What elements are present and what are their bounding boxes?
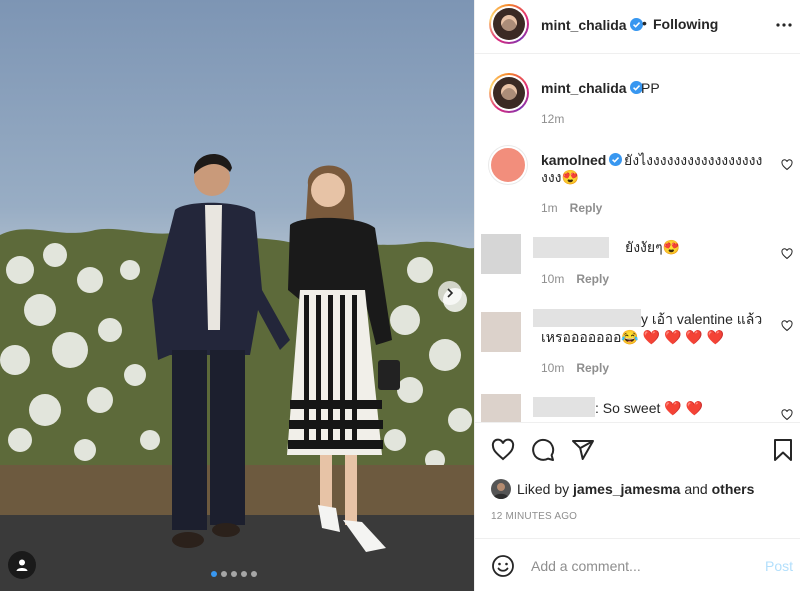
carousel-dot (251, 571, 257, 577)
comment-text: ยังไงงงงงงงงงงงงงงงงง (624, 152, 763, 168)
comment-time[interactable]: 1m (541, 201, 558, 215)
header-separator: • (642, 15, 647, 31)
post-header: mint_chalida • Following (475, 0, 800, 54)
reply-button[interactable]: Reply (570, 201, 603, 215)
liker-avatar (491, 479, 511, 499)
reply-button[interactable]: Reply (576, 272, 609, 286)
heart-emojis: ❤️ ❤️ (664, 400, 704, 416)
comment-icon[interactable] (531, 438, 555, 462)
comment-meta: 1m Reply (541, 201, 602, 215)
post-comment-button[interactable]: Post (765, 558, 793, 574)
liker-username[interactable]: james_jamesma (573, 481, 680, 497)
caption-author-avatar[interactable] (489, 73, 529, 113)
comment-text: y เอ้า valentine แล้ว (641, 311, 763, 327)
carousel-next-button[interactable] (438, 281, 462, 305)
photo-scene (0, 153, 474, 591)
verified-badge-icon (609, 153, 623, 166)
comment-time[interactable]: 10m (541, 361, 564, 375)
comment-meta: 10m Reply (541, 272, 609, 286)
hidden-username (533, 397, 595, 417)
carousel-indicator (211, 571, 257, 577)
post-time-ago[interactable]: 12 minutes ago (491, 511, 577, 522)
comment-input[interactable] (531, 553, 761, 579)
comment-text-line: เหรอออออออ😂 (541, 329, 639, 345)
author-avatar[interactable] (489, 4, 529, 44)
comment-like-heart-icon[interactable] (781, 159, 793, 171)
carousel-dot (221, 571, 227, 577)
heart-emojis: ❤️ ❤️ ❤️ ❤️ (642, 329, 725, 345)
caption-text: PP (641, 80, 660, 96)
comment-text-continued: เหรอออออออ😂 ❤️ ❤️ ❤️ ❤️ (541, 329, 724, 346)
hidden-avatar (481, 394, 521, 422)
bookmark-icon[interactable] (771, 438, 795, 462)
hidden-avatar (481, 312, 521, 352)
likes-summary[interactable]: Liked by james_jamesma and others (491, 479, 754, 499)
comment-like-heart-icon[interactable] (781, 320, 793, 332)
post-photo[interactable] (0, 0, 474, 591)
comments-list[interactable]: mint_chalida PP 12m kamolned ยังไงงงงงงง… (475, 55, 800, 422)
user-tag-icon (16, 559, 28, 571)
likes-and: and (684, 481, 708, 497)
comment-time[interactable]: 10m (541, 272, 564, 286)
carousel-dot (231, 571, 237, 577)
following-button[interactable]: Following (653, 16, 718, 32)
more-options-icon[interactable] (775, 16, 793, 34)
emoji-icon[interactable] (491, 554, 515, 578)
comment-author[interactable]: kamolned (541, 152, 623, 168)
hidden-username (533, 237, 609, 258)
heart-icon[interactable] (491, 438, 515, 462)
user-tags-button[interactable] (8, 551, 36, 579)
comment-like-heart-icon[interactable] (781, 409, 793, 421)
comment-composer: Post (475, 538, 800, 591)
commenter-avatar[interactable] (489, 146, 527, 184)
likes-prefix: Liked by (517, 481, 570, 497)
author-username[interactable]: mint_chalida (541, 17, 643, 33)
comment-meta: 10m Reply (541, 361, 609, 375)
post-details-panel: mint_chalida • Following mint_chalida PP… (474, 0, 800, 591)
post-actions: Liked by james_jamesma and others 12 min… (475, 422, 800, 538)
caption-time[interactable]: 12m (541, 112, 564, 126)
paper-plane-icon[interactable] (571, 438, 595, 462)
verified-badge-icon (629, 18, 643, 31)
likes-others-link[interactable]: others (712, 481, 755, 497)
chevron-right-icon (447, 288, 454, 298)
comment-text-continued: งงง😍 (541, 169, 579, 185)
caption-author[interactable]: mint_chalida (541, 80, 643, 96)
carousel-dot (241, 571, 247, 577)
comment-text-line: : So sweet (595, 400, 661, 416)
comment-text: : So sweet ❤️ ❤️ (595, 400, 703, 417)
hidden-avatar (481, 234, 521, 274)
reply-button[interactable]: Reply (576, 361, 609, 375)
comment-like-heart-icon[interactable] (781, 248, 793, 260)
hidden-username (533, 309, 641, 327)
carousel-dot (211, 571, 217, 577)
comment-text: ยังงัยๆ😍 (625, 239, 681, 255)
